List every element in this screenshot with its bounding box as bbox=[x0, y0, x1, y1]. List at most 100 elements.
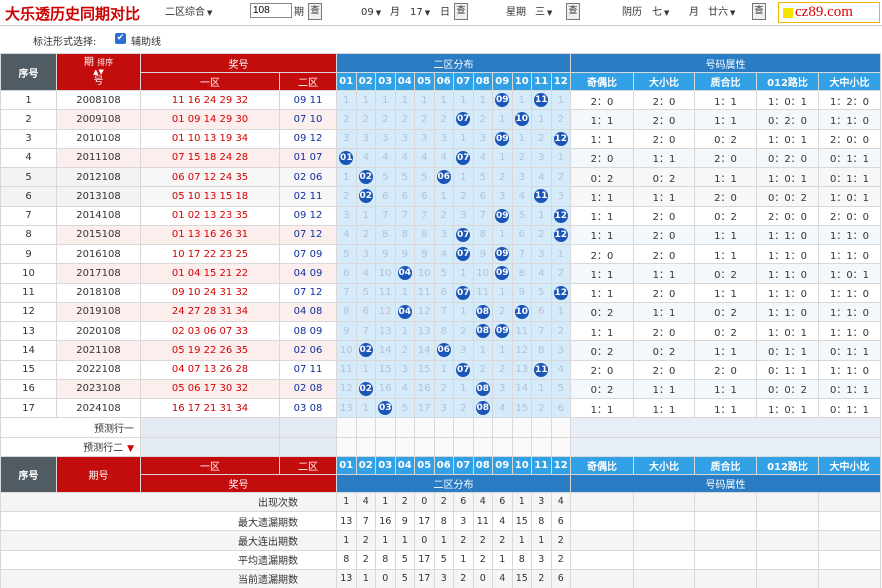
predict-dist-cell[interactable] bbox=[394, 436, 415, 457]
predict-dist-cell[interactable] bbox=[336, 417, 357, 438]
month-select[interactable]: 09 ▼ bbox=[361, 5, 381, 20]
sort-arrows-icon[interactable]: ▲▼ bbox=[93, 68, 104, 76]
predict-dist-cell[interactable] bbox=[531, 436, 552, 457]
dist-cell: 2 bbox=[511, 147, 532, 169]
predict-dist-cell[interactable] bbox=[414, 417, 435, 438]
row-attr-4: 1：1：0 bbox=[756, 243, 819, 265]
sort-label[interactable]: 排序 ▲▼ bbox=[93, 58, 113, 76]
dist-cell: 1 bbox=[355, 205, 376, 226]
hit-ball: 02 bbox=[358, 189, 373, 204]
query-button-1[interactable]: 查 bbox=[308, 3, 322, 20]
period-input[interactable] bbox=[250, 3, 292, 18]
hit-ball: 07 bbox=[456, 112, 471, 127]
dist-cell: 1 bbox=[492, 109, 513, 130]
predict-dist-cell[interactable] bbox=[492, 436, 513, 457]
chevron-down-icon: ▼ bbox=[664, 9, 670, 17]
stat-attr-empty bbox=[694, 549, 757, 570]
query-button-2[interactable]: 查 bbox=[454, 3, 468, 20]
stat-value: 7 bbox=[355, 510, 376, 532]
predict-dist-cell[interactable] bbox=[472, 417, 493, 438]
stat-value: 1 bbox=[394, 530, 415, 551]
stat-row: 最大遗漏期数 13 7 16 9 17 8 3 11 4 15 8 6 bbox=[0, 510, 881, 532]
row-attr-1: 0：2 bbox=[570, 378, 634, 400]
predict-dist-cell[interactable] bbox=[453, 417, 474, 438]
predict-back[interactable] bbox=[279, 436, 337, 457]
hit-ball: 08 bbox=[475, 401, 490, 416]
assist-line-checkbox[interactable]: ✔ bbox=[115, 33, 126, 44]
predict-dist-cell[interactable] bbox=[472, 436, 493, 457]
dist-cell: 11 bbox=[472, 282, 493, 303]
row-period: 2015108 bbox=[56, 224, 141, 246]
predict-front[interactable] bbox=[140, 417, 280, 438]
query-button-3[interactable]: 查 bbox=[566, 3, 580, 20]
predict-dist-cell[interactable] bbox=[336, 436, 357, 457]
predict-dist-cell[interactable] bbox=[550, 417, 571, 438]
dist-cell: 2 bbox=[531, 224, 552, 246]
predict-dist-cell[interactable] bbox=[511, 436, 532, 457]
dist-cell: 3 bbox=[433, 128, 454, 149]
arrow-down-icon[interactable]: ▼ bbox=[127, 444, 134, 454]
stat-value: 4 bbox=[355, 491, 376, 513]
predict-dist-cell[interactable] bbox=[355, 417, 376, 438]
predict-label[interactable]: 预测行二 ▼ bbox=[0, 436, 141, 457]
predict-label[interactable]: 预测行一 bbox=[0, 417, 141, 438]
predict-front[interactable] bbox=[140, 436, 280, 457]
lunar-day-select[interactable]: 廿六 ▼ bbox=[708, 5, 735, 20]
dist-cell: 1 bbox=[492, 224, 513, 246]
stat-value: 2 bbox=[453, 530, 474, 551]
stat-value: 16 bbox=[375, 510, 396, 532]
dist-cell: 7 bbox=[336, 282, 357, 303]
row-front-numbers: 05 19 22 26 35 bbox=[140, 340, 280, 361]
dist-cell: 07 bbox=[453, 359, 474, 380]
col-period[interactable]: 期 排序 ▲▼ 号 bbox=[56, 53, 141, 91]
predict-row[interactable]: 预测行一 bbox=[0, 417, 881, 438]
dist-cell: 9 bbox=[414, 243, 435, 265]
col-dist-05: 05 bbox=[414, 72, 435, 91]
dist-cell: 14 bbox=[511, 378, 532, 400]
row-seq: 13 bbox=[0, 320, 57, 342]
predict-dist-cell[interactable] bbox=[433, 417, 454, 438]
stat-value: 1 bbox=[453, 549, 474, 570]
stat-attr-empty bbox=[818, 510, 881, 532]
dist-cell: 10 bbox=[336, 340, 357, 361]
query-button-4[interactable]: 查 bbox=[752, 3, 766, 20]
dist-cell: 3 bbox=[453, 340, 474, 361]
dist-cell: 08 bbox=[472, 378, 493, 400]
predict-dist-cell[interactable] bbox=[492, 417, 513, 438]
row-period: 2018108 bbox=[56, 282, 141, 303]
predict-dist-cell[interactable] bbox=[375, 436, 396, 457]
col-prize: 奖号 bbox=[140, 53, 337, 73]
stat-value: 2 bbox=[453, 568, 474, 588]
predict-dist-cell[interactable] bbox=[414, 436, 435, 457]
stat-attr-empty bbox=[818, 549, 881, 570]
hit-ball: 11 bbox=[534, 93, 549, 108]
predict-row[interactable]: 预测行二 ▼ bbox=[0, 436, 881, 457]
table-row: 13 2020108 02 03 06 07 33 08 09 9 7 13 1 13 8 2 08 0… bbox=[0, 320, 881, 342]
predict-dist-cell[interactable] bbox=[531, 417, 552, 438]
predict-dist-cell[interactable] bbox=[355, 436, 376, 457]
week-select[interactable]: 三 ▼ bbox=[535, 5, 552, 20]
predict-dist-cell[interactable] bbox=[453, 436, 474, 457]
stat-attr-empty bbox=[570, 549, 634, 570]
predict-dist-cell[interactable] bbox=[394, 417, 415, 438]
predict-back[interactable] bbox=[279, 417, 337, 438]
stat-value: 1 bbox=[375, 530, 396, 551]
hit-ball: 12 bbox=[553, 208, 568, 223]
dist-cell: 1 bbox=[472, 340, 493, 361]
predict-dist-cell[interactable] bbox=[550, 436, 571, 457]
site-logo[interactable]: cz89.com bbox=[778, 2, 880, 23]
predict-dist-cell[interactable] bbox=[375, 417, 396, 438]
dist-cell: 3 bbox=[394, 128, 415, 149]
day-select[interactable]: 17 ▼ bbox=[410, 5, 430, 20]
dist-cell: 6 bbox=[355, 301, 376, 323]
predict-dist-cell[interactable] bbox=[511, 417, 532, 438]
dist-cell: 3 bbox=[472, 128, 493, 149]
hit-ball: 03 bbox=[378, 401, 393, 416]
dist-cell: 1 bbox=[355, 89, 376, 111]
row-attr-5: 1：0：1 bbox=[818, 263, 881, 284]
dist-cell: 06 bbox=[433, 166, 454, 188]
zone-select[interactable]: 二区综合 ▼ bbox=[165, 5, 212, 20]
row-seq: 1 bbox=[0, 89, 57, 111]
lunar-month-select[interactable]: 七 ▼ bbox=[652, 5, 669, 20]
predict-dist-cell[interactable] bbox=[433, 436, 454, 457]
